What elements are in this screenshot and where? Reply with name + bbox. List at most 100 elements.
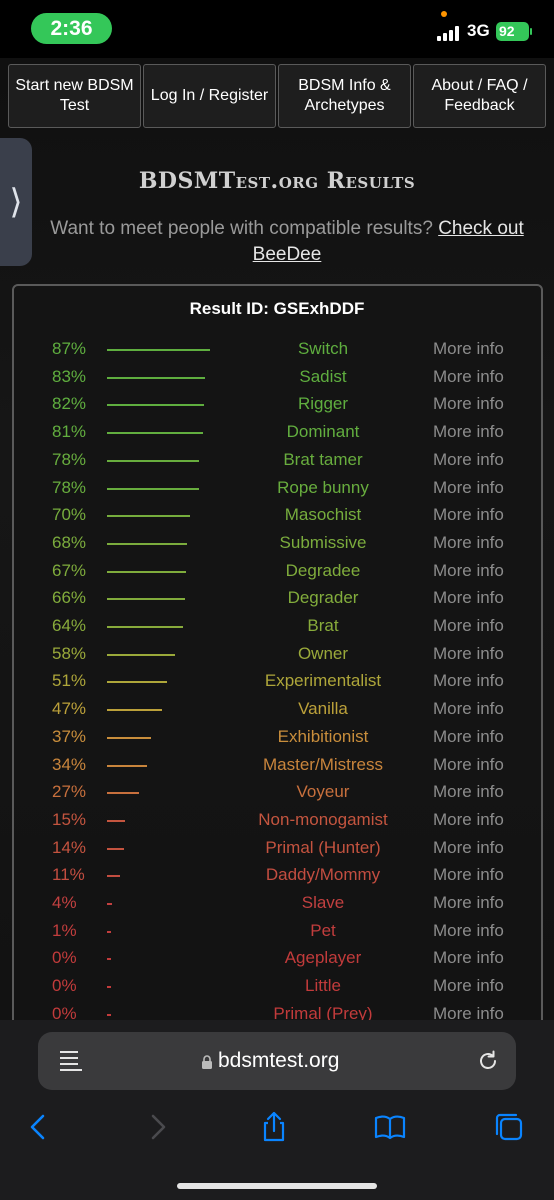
more-info-link[interactable]: More info [433,893,504,913]
result-archetype-label[interactable]: Little [210,976,436,996]
result-percent: 82% [52,394,87,414]
more-info-link[interactable]: More info [433,921,504,941]
result-row: 0% Primal (Prey) More info [0,1001,554,1020]
more-info-link[interactable]: More info [433,533,504,553]
result-percent: 67% [52,560,87,580]
more-info-link[interactable]: More info [433,616,504,636]
url-text[interactable]: bdsmtest.org [218,1049,339,1073]
result-row: 83% Sadist More info [0,364,554,392]
forward-icon[interactable] [141,1110,175,1144]
result-row: 14% Primal (Hunter) More info [0,835,554,863]
site-nav: Start new BDSM Test Log In / Register BD… [8,64,546,128]
result-row: 4% Slave More info [0,890,554,918]
result-archetype-label[interactable]: Daddy/Mommy [210,865,436,885]
tabs-icon[interactable] [492,1110,526,1144]
result-archetype-label[interactable]: Voyeur [210,782,436,802]
reader-mode-icon[interactable] [60,1051,82,1071]
result-archetype-label[interactable]: Experimentalist [210,671,436,691]
result-percent: 4% [52,893,77,912]
result-row: 0% Ageplayer More info [0,945,554,973]
result-bar [107,570,187,573]
result-bar [107,958,111,961]
nav-info-button[interactable]: BDSM Info & Archetypes [278,64,411,128]
nav-login-button[interactable]: Log In / Register [143,64,276,128]
nav-start-test-button[interactable]: Start new BDSM Test [8,64,141,128]
battery-level: 92 [499,23,515,39]
result-percent: 15% [52,809,87,829]
result-archetype-label[interactable]: Masochist [210,505,436,525]
browser-bottom-bar: bdsmtest.org [0,1020,554,1200]
more-info-link[interactable]: More info [433,976,504,996]
result-percent: 14% [52,837,87,857]
more-info-link[interactable]: More info [433,478,504,498]
bookmarks-icon[interactable] [373,1110,407,1144]
more-info-link[interactable]: More info [433,561,504,581]
more-info-link[interactable]: More info [433,810,504,830]
reload-icon[interactable] [476,1049,500,1073]
more-info-link[interactable]: More info [433,782,504,802]
more-info-link[interactable]: More info [433,422,504,442]
result-row: 11% Daddy/Mommy More info [0,862,554,890]
result-archetype-label[interactable]: Master/Mistress [210,755,436,775]
result-percent: 64% [52,616,87,635]
more-info-link[interactable]: More info [433,948,504,968]
result-archetype-label[interactable]: Primal (Prey) [210,1004,436,1020]
more-info-link[interactable]: More info [433,588,504,608]
result-archetype-label[interactable]: Rope bunny [210,478,436,498]
more-info-link[interactable]: More info [433,505,504,525]
result-bar [107,847,124,850]
result-percent: 11% [52,865,85,885]
network-type: 3G [467,21,490,40]
more-info-link[interactable]: More info [433,339,504,359]
more-info-link[interactable]: More info [433,450,504,470]
result-percent: 83% [52,366,87,386]
more-info-link[interactable]: More info [433,838,504,858]
result-row: 70% Masochist More info [0,502,554,530]
result-archetype-label[interactable]: Non-monogamist [210,810,436,830]
result-archetype-label[interactable]: Switch [210,339,436,359]
result-bar [107,459,200,462]
result-archetype-label[interactable]: Rigger [210,394,436,414]
result-archetype-label[interactable]: Pet [210,921,436,941]
more-info-link[interactable]: More info [433,699,504,719]
result-percent: 51% [52,671,87,691]
result-archetype-label[interactable]: Brat tamer [210,450,436,470]
more-info-link[interactable]: More info [433,671,504,691]
result-archetype-label[interactable]: Sadist [210,367,436,387]
result-row: 37% Exhibitionist More info [0,724,554,752]
result-percent: 37% [52,726,87,746]
privacy-indicator-dot [441,11,447,17]
result-bar [107,736,151,739]
result-archetype-label[interactable]: Owner [210,644,436,664]
result-archetype-label[interactable]: Vanilla [210,699,436,719]
result-bar [107,709,163,712]
result-archetype-label[interactable]: Slave [210,893,436,913]
result-bar [107,487,200,490]
more-info-link[interactable]: More info [433,755,504,775]
back-icon[interactable] [21,1110,55,1144]
result-bar [107,598,185,601]
nav-about-button[interactable]: About / FAQ / Feedback [413,64,546,128]
result-archetype-label[interactable]: Primal (Hunter) [210,838,436,858]
share-icon[interactable] [257,1110,291,1144]
more-info-link[interactable]: More info [433,865,504,885]
result-percent: 27% [52,782,87,802]
web-page: Start new BDSM Test Log In / Register BD… [0,58,554,1020]
result-archetype-label[interactable]: Degradee [210,561,436,581]
more-info-link[interactable]: More info [433,644,504,664]
result-archetype-label[interactable]: Ageplayer [210,948,436,968]
result-percent: 81% [52,422,87,442]
more-info-link[interactable]: More info [433,394,504,414]
result-archetype-label[interactable]: Degrader [210,588,436,608]
result-archetype-label[interactable]: Brat [210,616,436,636]
status-time[interactable]: 2:36 [31,13,112,44]
more-info-link[interactable]: More info [433,727,504,747]
result-archetype-label[interactable]: Dominant [210,422,436,442]
result-row: 68% Submissive More info [0,530,554,558]
result-archetype-label[interactable]: Exhibitionist [210,727,436,747]
more-info-link[interactable]: More info [433,367,504,387]
result-archetype-label[interactable]: Submissive [210,533,436,553]
address-bar[interactable]: bdsmtest.org [38,1032,516,1090]
more-info-link[interactable]: More info [433,1004,504,1020]
result-percent: 78% [52,449,87,469]
